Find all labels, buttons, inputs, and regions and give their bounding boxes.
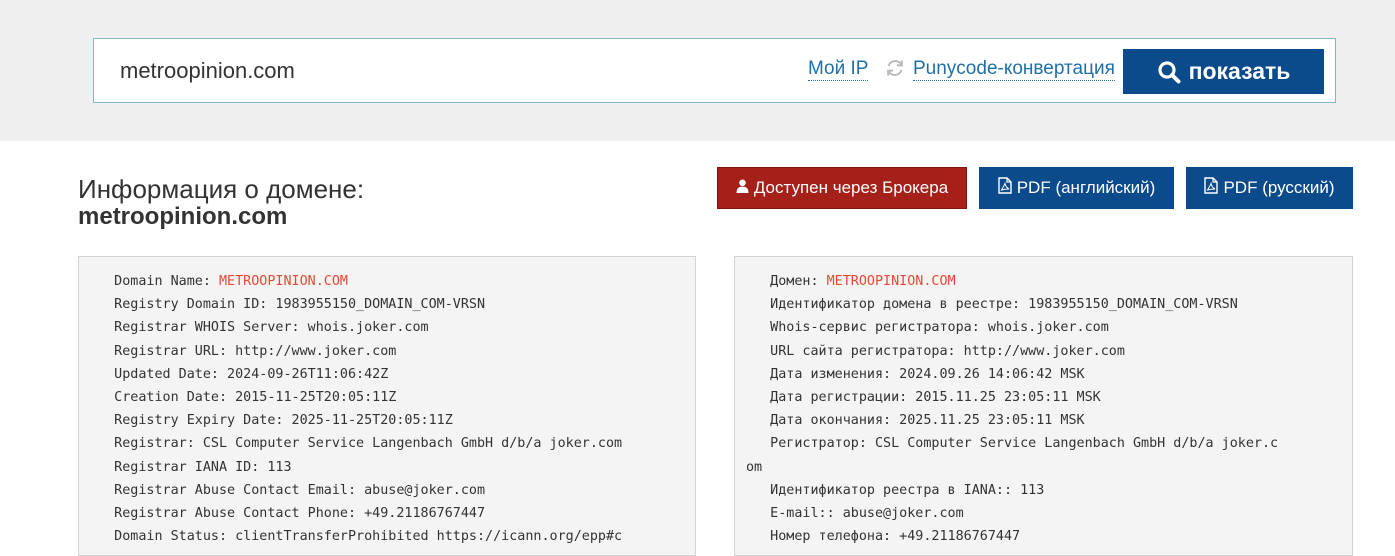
- whois-line: URL сайта регистратора: http://www.joker…: [746, 343, 1125, 359]
- whois-line: Идентификатор реестра в IANA:: 113: [746, 482, 1045, 498]
- user-icon: [736, 178, 749, 198]
- whois-line: Дата окончания: 2025.11.25 23:05:11 MSK: [746, 413, 1085, 429]
- search-box: Мой IP Punycode-конвертация показать: [93, 38, 1336, 103]
- whois-line: Домен: METROOPINION.COM: [746, 270, 1352, 293]
- domain-search-input[interactable]: [120, 57, 720, 85]
- page-title-domain: metroopinion.com: [78, 203, 288, 230]
- page-title: Информация о домене:: [78, 174, 365, 204]
- show-button[interactable]: показать: [1123, 49, 1324, 94]
- whois-line: om: [746, 459, 763, 475]
- whois-line: Updated Date: 2024-09-26T11:06:42Z: [90, 366, 389, 382]
- pdf-english-label: PDF (английский): [1016, 178, 1156, 197]
- show-button-label: показать: [1188, 58, 1291, 84]
- whois-line: Registrar Abuse Contact Phone: +49.21186…: [90, 505, 486, 521]
- my-ip-link[interactable]: Мой IP: [808, 58, 869, 81]
- whois-line: Номер телефона: +49.21186767447: [746, 529, 1021, 545]
- whois-line: Дата изменения: 2024.09.26 14:06:42 MSK: [746, 366, 1085, 382]
- whois-line: Registrar URL: http://www.joker.com: [90, 343, 397, 359]
- whois-line: Registry Expiry Date: 2025-11-25T20:05:1…: [90, 413, 453, 429]
- pdf-file-icon: [998, 177, 1012, 199]
- whois-line: Идентификатор домена в реестре: 19839551…: [746, 297, 1238, 313]
- whois-line: Registry Domain ID: 1983955150_DOMAIN_CO…: [90, 297, 486, 313]
- whois-line: Domain Name: METROOPINION.COM: [90, 270, 695, 293]
- whois-line: Registrar IANA ID: 113: [90, 459, 292, 475]
- domain-name-label: Domain Name:: [90, 274, 219, 289]
- whois-line: Creation Date: 2015-11-25T20:05:11Z: [90, 389, 397, 405]
- whois-line: E-mail:: abuse@joker.com: [746, 505, 964, 521]
- punycode-converter-link[interactable]: Punycode-конвертация: [913, 58, 1115, 81]
- pdf-file-icon: [1204, 177, 1219, 199]
- refresh-icon[interactable]: [884, 57, 906, 79]
- whois-english-panel: Domain Name: METROOPINION.COM Registry D…: [78, 256, 696, 556]
- domain-name-label: Домен:: [746, 274, 827, 289]
- whois-russian-panel: Домен: METROOPINION.COM Идентификатор до…: [734, 256, 1353, 556]
- broker-button[interactable]: Доступен через Брокера: [717, 167, 967, 209]
- pdf-english-button[interactable]: PDF (английский): [979, 167, 1174, 209]
- pdf-russian-label: PDF (русский): [1223, 178, 1335, 197]
- whois-line: Registrar: CSL Computer Service Langenba…: [90, 436, 623, 452]
- whois-line: Domain Status: clientTransferProhibited …: [90, 529, 623, 545]
- search-section: Мой IP Punycode-конвертация показать: [0, 0, 1395, 141]
- pdf-russian-button[interactable]: PDF (русский): [1186, 167, 1353, 209]
- whois-line: Registrar Abuse Contact Email: abuse@jok…: [90, 482, 486, 498]
- whois-line: Registrar WHOIS Server: whois.joker.com: [90, 320, 429, 336]
- search-icon: [1157, 60, 1181, 84]
- broker-button-label: Доступен через Брокера: [753, 178, 949, 197]
- whois-line: Дата регистрации: 2015.11.25 23:05:11 MS…: [746, 389, 1101, 405]
- whois-line: Регистратор: CSL Computer Service Langen…: [746, 436, 1279, 452]
- domain-name-value: METROOPINION.COM: [219, 274, 348, 289]
- domain-name-value: METROOPINION.COM: [826, 274, 956, 289]
- whois-line: Whois-сервис регистратора: whois.joker.c…: [746, 320, 1109, 336]
